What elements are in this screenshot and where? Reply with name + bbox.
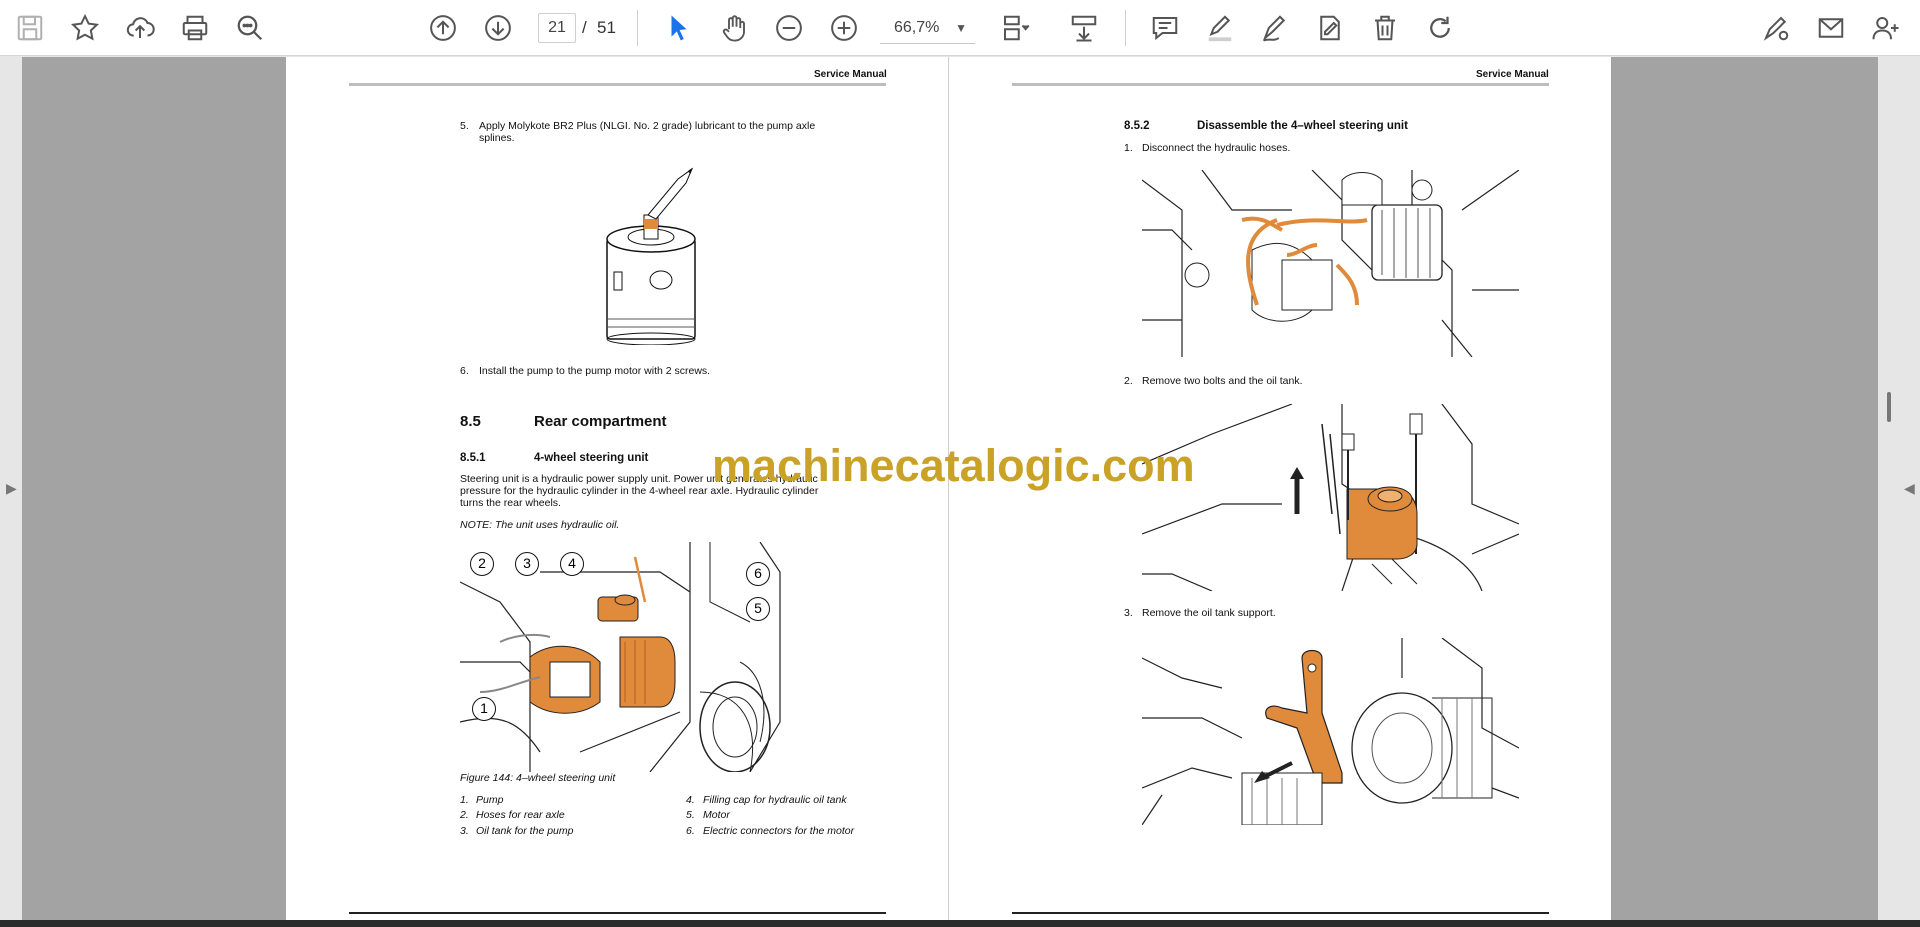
legend-label: Motor xyxy=(703,809,730,821)
step-number: 3. xyxy=(1124,607,1133,619)
taskbar-strip xyxy=(0,920,1920,927)
scroll-mode-icon[interactable] xyxy=(1064,8,1104,48)
page-header: Service Manual xyxy=(1476,69,1549,80)
legend-num: 4. xyxy=(686,794,695,806)
share-link-icon[interactable] xyxy=(1756,8,1796,48)
remove-tank-support-figure xyxy=(1142,638,1519,825)
right-panel-toggle-icon[interactable]: ◀ xyxy=(1904,480,1915,497)
section-title: Rear compartment xyxy=(534,413,667,430)
legend-label: Filling cap for hydraulic oil tank xyxy=(703,794,847,806)
remove-oil-tank-figure xyxy=(1142,404,1519,591)
footer-rule xyxy=(349,912,886,914)
comment-icon[interactable] xyxy=(1145,8,1185,48)
callout-marker: 4 xyxy=(560,552,584,576)
step-text: splines. xyxy=(479,132,515,144)
zoom-level-value: 66,7% xyxy=(894,19,940,36)
highlight-icon[interactable] xyxy=(1200,8,1240,48)
callout-marker: 5 xyxy=(746,597,770,621)
paragraph-line: turns the rear wheels. xyxy=(460,497,561,509)
chevron-down-icon: ▼ xyxy=(955,21,967,35)
subsection-number: 8.5.2 xyxy=(1124,120,1150,132)
callout-marker: 1 xyxy=(472,697,496,721)
callout-marker: 6 xyxy=(746,562,770,586)
legend-num: 6. xyxy=(686,825,695,837)
step-number: 5. xyxy=(460,120,469,132)
step-number: 1. xyxy=(1124,142,1133,154)
page-down-icon[interactable] xyxy=(478,8,518,48)
step-text: Apply Molykote BR2 Plus (NLGI. No. 2 gra… xyxy=(479,120,816,132)
header-rule xyxy=(1012,83,1549,86)
scrollbar-thumb[interactable] xyxy=(1887,392,1891,422)
page-header: Service Manual xyxy=(814,69,887,80)
section-number: 8.5 xyxy=(460,413,481,430)
hand-tool-icon[interactable] xyxy=(714,8,754,48)
disconnect-hoses-figure xyxy=(1142,170,1519,357)
bookmark-star-icon[interactable] xyxy=(65,8,105,48)
footer-rule xyxy=(1012,912,1549,914)
legend-label: Hoses for rear axle xyxy=(476,809,565,821)
delete-icon[interactable] xyxy=(1365,8,1405,48)
callout-marker: 3 xyxy=(515,552,539,576)
page-up-icon[interactable] xyxy=(423,8,463,48)
legend-label: Pump xyxy=(476,794,504,806)
legend-num: 3. xyxy=(460,825,469,837)
page-separator: / xyxy=(582,18,587,37)
fit-page-icon[interactable] xyxy=(995,8,1035,48)
toolbar-divider xyxy=(1125,10,1126,46)
email-icon[interactable] xyxy=(1811,8,1851,48)
watermark-text: machinecatalogic.com xyxy=(712,440,1195,491)
step-text: Remove the oil tank support. xyxy=(1142,607,1276,619)
steering-unit-figure: 2 3 4 6 5 1 xyxy=(460,542,810,772)
step-number: 6. xyxy=(460,365,469,377)
legend-num: 5. xyxy=(686,809,695,821)
subsection-number: 8.5.1 xyxy=(460,452,486,464)
left-panel-toggle-icon[interactable]: ▶ xyxy=(6,480,17,497)
legend-label: Oil tank for the pump xyxy=(476,825,574,837)
zoom-level-select[interactable]: 66,7% ▼ xyxy=(880,14,975,44)
figure-caption: Figure 144: 4–wheel steering unit xyxy=(460,772,616,784)
subsection-title: Disassemble the 4–wheel steering unit xyxy=(1197,120,1408,132)
page-total: 51 xyxy=(597,18,616,37)
rotate-icon[interactable] xyxy=(1420,8,1460,48)
legend-num: 2. xyxy=(460,809,469,821)
zoom-out-icon[interactable] xyxy=(769,8,809,48)
pdf-toolbar: 21 / 51 66,7% ▼ xyxy=(0,0,1920,56)
legend-num: 1. xyxy=(460,794,469,806)
callout-marker: 2 xyxy=(470,552,494,576)
step-text: Install the pump to the pump motor with … xyxy=(479,365,711,377)
pump-lubricant-figure xyxy=(604,167,716,345)
zoom-in-icon[interactable] xyxy=(824,8,864,48)
note-text: NOTE: The unit uses hydraulic oil. xyxy=(460,519,620,531)
save-icon[interactable] xyxy=(10,8,50,48)
add-user-icon[interactable] xyxy=(1866,8,1906,48)
step-number: 2. xyxy=(1124,375,1133,387)
step-text: Disconnect the hydraulic hoses. xyxy=(1142,142,1291,154)
page-number-input[interactable]: 21 xyxy=(538,13,576,43)
legend-label: Electric connectors for the motor xyxy=(703,825,855,837)
fill-sign-icon[interactable] xyxy=(1310,8,1350,48)
draw-icon[interactable] xyxy=(1255,8,1295,48)
subsection-title: 4-wheel steering unit xyxy=(534,452,649,464)
step-text: Remove two bolts and the oil tank. xyxy=(1142,375,1303,387)
select-cursor-icon[interactable] xyxy=(659,8,699,48)
header-rule xyxy=(349,83,886,86)
zoom-search-icon[interactable] xyxy=(230,8,270,48)
print-icon[interactable] xyxy=(175,8,215,48)
toolbar-divider xyxy=(637,10,638,46)
upload-icon[interactable] xyxy=(120,8,160,48)
